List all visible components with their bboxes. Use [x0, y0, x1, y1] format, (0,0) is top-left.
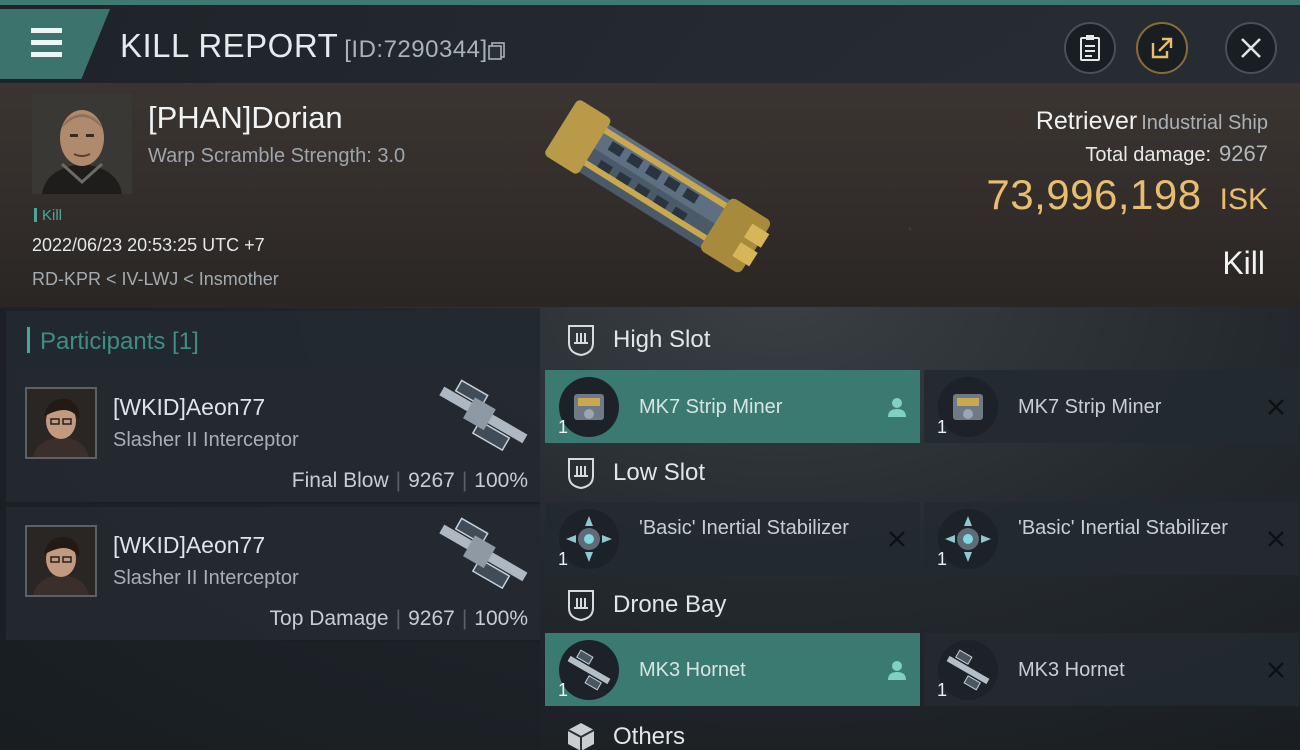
participants-title: Participants [1]: [40, 328, 199, 355]
close-icon: [1241, 38, 1261, 58]
victim-portrait[interactable]: [32, 94, 132, 194]
module-quantity: 1: [937, 417, 948, 437]
x-icon: [889, 531, 905, 547]
share-button[interactable]: [1136, 22, 1188, 74]
kill-location: RD-KPR < IV-LWJ < Insmother: [32, 269, 279, 289]
x-icon: [1268, 399, 1284, 415]
drone-bay-icon: [568, 590, 594, 622]
kill-datetime: 2022/06/23 20:53:25 UTC +7: [32, 235, 265, 255]
participant-role: Top Damage: [269, 607, 389, 630]
page-title: KILL REPORT [ID:7290344]: [120, 27, 488, 65]
slasher-ship-image: [439, 379, 528, 452]
module-slot[interactable]: 1 'Basic' Inertial Stabilizer: [924, 502, 1299, 575]
module-quantity: 1: [937, 680, 948, 700]
x-icon: [1268, 662, 1284, 678]
module-quantity: 1: [558, 417, 569, 437]
participant-damage: 9267: [408, 469, 455, 492]
module-name: MK7 Strip Miner: [639, 396, 783, 418]
participants-panel: Participants [1] [WKID]Aeon77 Slasher II…: [0, 308, 540, 750]
copy-icon[interactable]: [487, 41, 507, 61]
module-name: MK3 Hornet: [639, 659, 746, 681]
participant-row[interactable]: [WKID]Aeon77 Slasher II Interceptor Fina…: [6, 369, 540, 504]
participant-percent: 100%: [474, 607, 528, 630]
participant-percent: 100%: [474, 469, 528, 492]
ship-name: Retriever: [1035, 107, 1138, 135]
module-slot[interactable]: 1 MK3 Hornet: [545, 633, 920, 706]
participant-stats: Top Damage | 9267 | 100%: [269, 607, 528, 630]
total-damage-label: Total damage:: [1085, 144, 1212, 166]
module-quantity: 1: [558, 680, 569, 700]
kill-result: Kill: [1222, 245, 1265, 281]
drone-bay-label: Drone Bay: [613, 591, 727, 618]
participant-ship: Slasher II Interceptor: [113, 429, 299, 451]
high-slot-label: High Slot: [613, 326, 711, 353]
victim-avatar: [32, 94, 132, 194]
kill-tag: Kill: [34, 207, 62, 224]
victim-name: [PHAN]Dorian: [148, 100, 343, 135]
participant-ship: Slasher II Interceptor: [113, 567, 299, 589]
module-name: 'Basic' Inertial Stabilizer: [1018, 517, 1228, 539]
participant-stats: Final Blow | 9267 | 100%: [291, 469, 528, 492]
module-slot[interactable]: 1 'Basic' Inertial Stabilizer: [545, 502, 920, 575]
others-header: Others: [545, 706, 1300, 750]
module-name: MK3 Hornet: [1018, 659, 1125, 681]
module-slot[interactable]: 1 MK3 Hornet: [924, 633, 1299, 706]
slasher-ship-image: [439, 517, 528, 590]
high-slot-icon: [568, 325, 594, 357]
module-name: MK7 Strip Miner: [1018, 396, 1162, 418]
participant-name: [WKID]Aeon77: [113, 394, 266, 420]
others-label: Others: [613, 723, 686, 750]
isk-value: 73,996,198 ISK: [986, 171, 1268, 219]
module-quantity: 1: [558, 549, 569, 569]
title-text: KILL REPORT: [120, 27, 339, 64]
participants-header: Participants [1]: [6, 311, 540, 369]
low-slot-header: Low Slot: [545, 442, 1300, 504]
low-slot-icon: [568, 458, 594, 490]
module-slot[interactable]: 1 MK7 Strip Miner: [545, 370, 920, 443]
ship-class: Industrial Ship: [1141, 112, 1268, 134]
participant-avatar: [25, 387, 97, 459]
clipboard-icon: [1080, 35, 1100, 61]
x-icon: [1268, 531, 1284, 547]
close-button[interactable]: [1225, 22, 1277, 74]
isk-amount: 73,996,198: [986, 171, 1202, 218]
kill-summary: [PHAN]Dorian Warp Scramble Strength: 3.0…: [0, 83, 1300, 307]
menu-button[interactable]: [0, 9, 110, 79]
isk-unit: ISK: [1219, 183, 1268, 216]
participant-row[interactable]: [WKID]Aeon77 Slasher II Interceptor Top …: [6, 507, 540, 642]
clipboard-button[interactable]: [1064, 22, 1116, 74]
total-damage-value: 9267: [1219, 141, 1268, 166]
participant-damage: 9267: [408, 607, 455, 630]
module-name: 'Basic' Inertial Stabilizer: [639, 517, 849, 539]
box-icon: [567, 723, 595, 750]
person-icon: [888, 398, 906, 417]
victim-ship: Retriever Industrial Ship: [1036, 107, 1268, 136]
warp-scramble-strength: Warp Scramble Strength: 3.0: [148, 145, 406, 167]
header-bar: KILL REPORT [ID:7290344]: [0, 5, 1300, 83]
share-icon: [1151, 37, 1173, 59]
drone-bay-header: Drone Bay: [545, 574, 1300, 636]
participant-role: Final Blow: [291, 469, 389, 492]
high-slot-header: High Slot: [545, 309, 1300, 371]
kill-id: [ID:7290344]: [344, 36, 488, 63]
module-quantity: 1: [937, 549, 948, 569]
low-slot-label: Low Slot: [613, 459, 706, 486]
participant-name: [WKID]Aeon77: [113, 532, 266, 558]
person-icon: [888, 661, 906, 680]
participant-avatar: [25, 525, 97, 597]
module-slot[interactable]: 1 MK7 Strip Miner: [924, 370, 1299, 443]
retriever-ship-image: [545, 100, 771, 273]
total-damage: Total damage: 9267: [1085, 141, 1268, 167]
